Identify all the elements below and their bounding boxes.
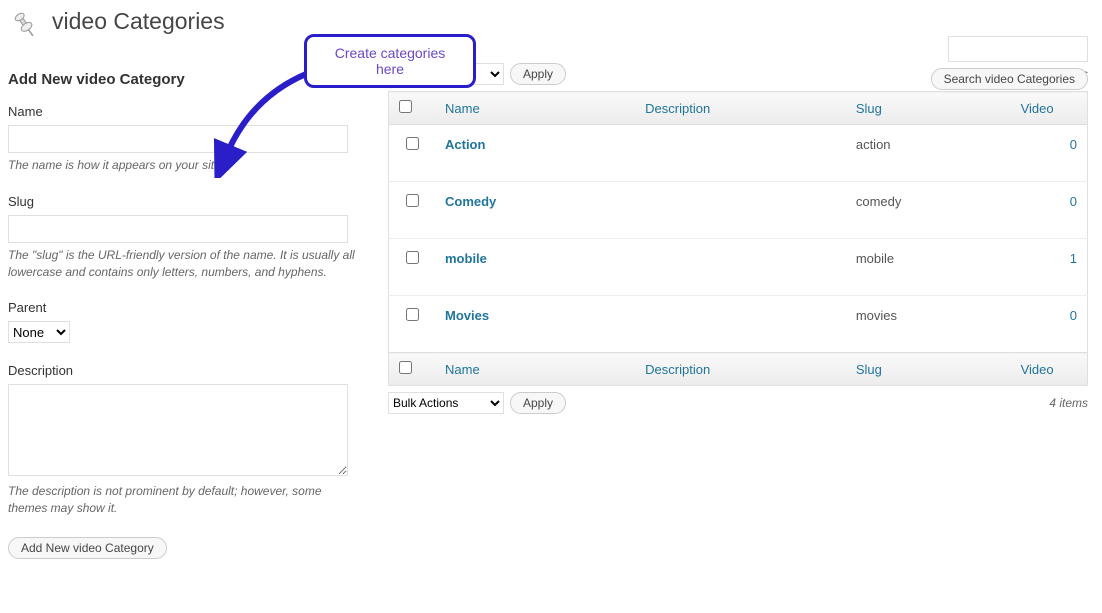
- name-label: Name: [8, 104, 358, 119]
- col-name[interactable]: Name: [435, 92, 635, 125]
- video-count-link[interactable]: 1: [1070, 251, 1077, 266]
- search-button[interactable]: Search video Categories: [931, 68, 1088, 90]
- slug-help: The "slug" is the URL-friendly version o…: [8, 247, 358, 281]
- row-slug: movies: [846, 296, 1011, 353]
- parent-select[interactable]: None: [8, 321, 70, 343]
- select-all-top[interactable]: [399, 100, 412, 113]
- submit-button[interactable]: Add New video Category: [8, 537, 167, 559]
- page-title: video Categories: [52, 8, 225, 35]
- table-row: Comedy comedy 0: [389, 182, 1088, 239]
- col-name-foot[interactable]: Name: [435, 353, 635, 386]
- bulk-actions-top[interactable]: Bulk Actions: [388, 63, 504, 85]
- category-link[interactable]: Movies: [445, 308, 489, 323]
- video-count-link[interactable]: 0: [1070, 194, 1077, 209]
- description-textarea[interactable]: [8, 384, 348, 476]
- form-heading: Add New video Category: [8, 71, 358, 88]
- apply-bottom-button[interactable]: Apply: [510, 392, 566, 414]
- slug-label: Slug: [8, 194, 358, 209]
- search-input[interactable]: [948, 36, 1088, 62]
- row-checkbox[interactable]: [406, 137, 419, 150]
- categories-table: Name Description Slug Video Action action…: [388, 91, 1088, 386]
- row-checkbox[interactable]: [406, 251, 419, 264]
- video-count-link[interactable]: 0: [1070, 137, 1077, 152]
- select-all-bottom[interactable]: [399, 361, 412, 374]
- table-row: mobile mobile 1: [389, 239, 1088, 296]
- table-row: Movies movies 0: [389, 296, 1088, 353]
- row-description: [635, 239, 846, 296]
- row-checkbox[interactable]: [406, 308, 419, 321]
- col-description[interactable]: Description: [635, 92, 846, 125]
- row-slug: mobile: [846, 239, 1011, 296]
- pin-icon: [8, 8, 44, 44]
- col-video[interactable]: Video: [1011, 92, 1088, 125]
- row-description: [635, 125, 846, 182]
- items-count-bottom: 4 items: [1049, 396, 1088, 410]
- category-link[interactable]: mobile: [445, 251, 487, 266]
- col-video-foot[interactable]: Video: [1011, 353, 1088, 386]
- category-link[interactable]: Comedy: [445, 194, 496, 209]
- description-help: The description is not prominent by defa…: [8, 483, 358, 517]
- video-count-link[interactable]: 0: [1070, 308, 1077, 323]
- row-checkbox[interactable]: [406, 194, 419, 207]
- col-description-foot[interactable]: Description: [635, 353, 846, 386]
- description-label: Description: [8, 363, 358, 378]
- row-description: [635, 296, 846, 353]
- row-slug: comedy: [846, 182, 1011, 239]
- slug-input[interactable]: [8, 215, 348, 243]
- row-description: [635, 182, 846, 239]
- apply-top-button[interactable]: Apply: [510, 63, 566, 85]
- category-link[interactable]: Action: [445, 137, 485, 152]
- parent-label: Parent: [8, 300, 358, 315]
- table-row: Action action 0: [389, 125, 1088, 182]
- col-slug-foot[interactable]: Slug: [846, 353, 1011, 386]
- col-slug[interactable]: Slug: [846, 92, 1011, 125]
- row-slug: action: [846, 125, 1011, 182]
- bulk-actions-bottom[interactable]: Bulk Actions: [388, 392, 504, 414]
- name-input[interactable]: [8, 125, 348, 153]
- name-help: The name is how it appears on your site.: [8, 157, 358, 174]
